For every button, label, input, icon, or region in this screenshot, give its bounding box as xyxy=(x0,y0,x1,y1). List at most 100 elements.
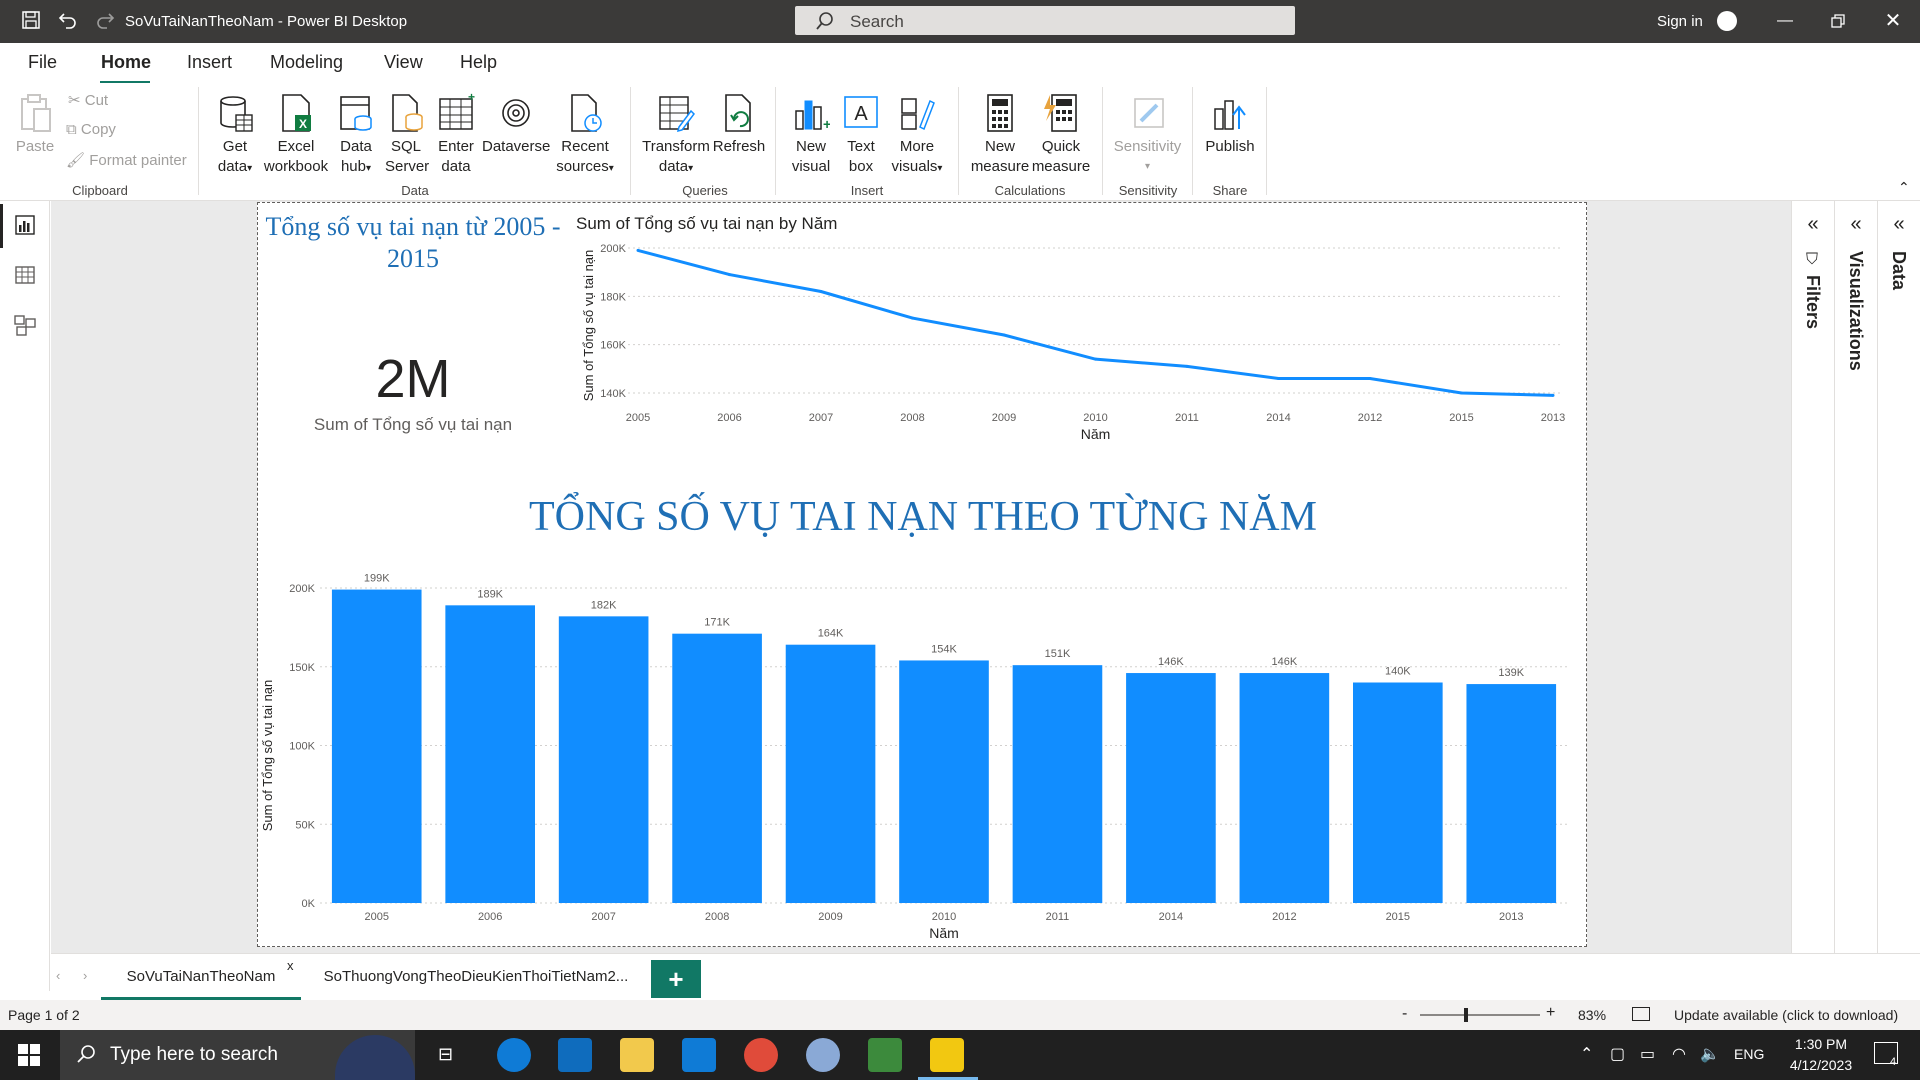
power-bi-icon[interactable] xyxy=(930,1038,964,1072)
app-icon[interactable] xyxy=(868,1038,902,1072)
zoom-slider[interactable] xyxy=(1420,1008,1540,1022)
y-tick-label: 0K xyxy=(302,898,316,910)
clock-date[interactable]: 4/12/2023 xyxy=(1779,1057,1863,1073)
fit-to-page-icon[interactable] xyxy=(1632,1007,1650,1021)
visualizations-pane[interactable]: « Visualizations xyxy=(1834,201,1877,953)
collapse-data-icon[interactable]: « xyxy=(1889,213,1909,236)
enter-data-button[interactable]: + Enter data xyxy=(433,93,479,177)
dataverse-button[interactable]: Dataverse xyxy=(482,93,550,157)
more-visuals-button[interactable]: More visuals▾ xyxy=(888,93,946,179)
restore-button[interactable] xyxy=(1823,8,1853,34)
new-measure-button[interactable]: New measure xyxy=(969,93,1031,177)
report-view-icon[interactable] xyxy=(13,213,37,237)
x-tick-label: 2013 xyxy=(1541,412,1565,424)
line-chart[interactable]: 140K 160K 180K 200K 2005 2006 2007 2008 2009 2010… xyxy=(563,233,1583,453)
bar xyxy=(1466,684,1557,903)
y-tick-label: 140K xyxy=(600,388,626,400)
chrome-icon[interactable] xyxy=(744,1038,778,1072)
meet-icon[interactable]: ▢ xyxy=(1610,1044,1625,1064)
paste-button[interactable]: Paste xyxy=(14,93,56,157)
get-data-button[interactable]: Get data▾ xyxy=(210,93,260,179)
publish-button[interactable]: Publish xyxy=(1202,93,1258,157)
excel-label-2: workbook xyxy=(263,158,329,175)
data-hub-button[interactable]: Data hub▾ xyxy=(332,93,380,179)
new-visual-button[interactable]: + New visual xyxy=(788,93,834,177)
filters-label: Filters xyxy=(1803,275,1823,330)
collapse-ribbon-icon[interactable]: ⌃ xyxy=(1898,179,1910,196)
publish-icon xyxy=(1214,100,1246,130)
group-divider xyxy=(630,87,631,195)
menu-insert[interactable]: Insert xyxy=(187,52,232,73)
group-label-data: Data xyxy=(401,183,429,198)
clock-time[interactable]: 1:30 PM xyxy=(1786,1036,1856,1052)
table-view-icon[interactable] xyxy=(13,263,37,287)
battery-icon[interactable]: ▭ xyxy=(1640,1044,1655,1064)
update-link[interactable]: Update available (click to download) xyxy=(1674,1007,1898,1023)
avatar[interactable] xyxy=(1717,11,1737,31)
add-page-button[interactable]: + xyxy=(651,960,701,998)
database-icon xyxy=(220,96,253,132)
prev-page-icon[interactable]: ‹ xyxy=(56,968,60,983)
collapse-visualizations-icon[interactable]: « xyxy=(1846,213,1866,236)
y-tick-label: 100K xyxy=(289,741,315,753)
store-icon[interactable] xyxy=(558,1038,592,1072)
bar-chart[interactable]: 0K 50K 100K 150K 200K 199K 2005 189K 2006 182K 200… xyxy=(258,558,1578,943)
next-page-icon[interactable]: › xyxy=(83,968,87,983)
redo-icon[interactable] xyxy=(94,10,116,32)
format-painter-button[interactable]: 🖌 Format painter xyxy=(66,151,187,169)
sql-server-button[interactable]: SQL Server xyxy=(385,93,429,177)
edge-icon[interactable] xyxy=(497,1038,531,1072)
windows-start-icon[interactable] xyxy=(18,1044,40,1066)
refresh-button[interactable]: Refresh xyxy=(712,93,766,157)
data-pane[interactable]: « Data xyxy=(1877,201,1920,953)
new-measure-label-2: measure xyxy=(970,158,1030,175)
text-box-button[interactable]: A Text box xyxy=(840,93,882,177)
menu-home[interactable]: Home xyxy=(101,52,151,73)
data-label: 139K xyxy=(1498,667,1524,679)
volume-icon[interactable]: 🔈 xyxy=(1700,1044,1720,1064)
filters-pane[interactable]: « ⛉ Filters xyxy=(1791,201,1834,953)
sign-in-link[interactable]: Sign in xyxy=(1657,13,1703,30)
zoom-slider-thumb[interactable] xyxy=(1464,1008,1468,1022)
menu-help[interactable]: Help xyxy=(460,52,497,73)
task-view-icon[interactable]: ⊟ xyxy=(438,1044,453,1065)
collapse-filters-icon[interactable]: « xyxy=(1803,213,1823,236)
quick-measure-button[interactable]: Quick measure xyxy=(1031,93,1091,177)
line-point xyxy=(1002,333,1006,337)
group-label-calculations: Calculations xyxy=(994,183,1066,198)
zoom-out-button[interactable]: - xyxy=(1402,1005,1407,1023)
taskbar-search[interactable]: Type here to search xyxy=(60,1030,415,1080)
minimize-button[interactable]: — xyxy=(1770,8,1800,34)
recent-sources-button[interactable]: Recent sources▾ xyxy=(556,93,614,179)
wifi-icon[interactable]: ◠ xyxy=(1672,1044,1686,1064)
menu-view[interactable]: View xyxy=(384,52,423,73)
mail-icon[interactable] xyxy=(682,1038,716,1072)
r-icon[interactable] xyxy=(806,1038,840,1072)
undo-icon[interactable] xyxy=(57,10,79,32)
data-label: 154K xyxy=(931,643,957,655)
data-hub-icon xyxy=(340,96,372,131)
transform-data-button[interactable]: Transform data▾ xyxy=(642,93,710,179)
tab-sovutainantheonam[interactable]: SoVuTaiNanTheoNam xyxy=(101,954,301,1000)
sensitivity-button[interactable]: Sensitivity ▾ xyxy=(1110,93,1185,177)
copy-button[interactable]: ⧉ Copy xyxy=(66,121,116,138)
data-label: 164K xyxy=(818,628,844,640)
menu-file[interactable]: File xyxy=(28,52,57,73)
report-page[interactable]: Tổng số vụ tai nạn từ 2005 - 2015 2M Sum… xyxy=(257,202,1587,947)
language-indicator[interactable]: ENG xyxy=(1734,1046,1764,1062)
recent-label-1: Recent xyxy=(561,138,609,155)
model-view-icon[interactable] xyxy=(13,313,37,337)
close-button[interactable]: ✕ xyxy=(1878,8,1908,34)
close-tab-icon[interactable]: x xyxy=(287,958,294,973)
search-icon xyxy=(816,12,833,30)
cut-button[interactable]: ✂ Cut xyxy=(68,91,108,109)
file-explorer-icon[interactable] xyxy=(620,1038,654,1072)
tray-chevron-icon[interactable]: ⌃ xyxy=(1580,1044,1593,1064)
zoom-in-button[interactable]: + xyxy=(1546,1004,1555,1022)
menu-modeling[interactable]: Modeling xyxy=(270,52,343,73)
search-input[interactable]: Search xyxy=(795,6,1295,35)
excel-workbook-button[interactable]: X Excel workbook xyxy=(262,93,330,177)
save-icon[interactable] xyxy=(20,10,42,32)
quick-measure-label-2: measure xyxy=(1031,158,1091,175)
tab-sothuongvong[interactable]: SoThuongVongTheoDieuKienThoiTietNam2... xyxy=(321,954,631,1000)
